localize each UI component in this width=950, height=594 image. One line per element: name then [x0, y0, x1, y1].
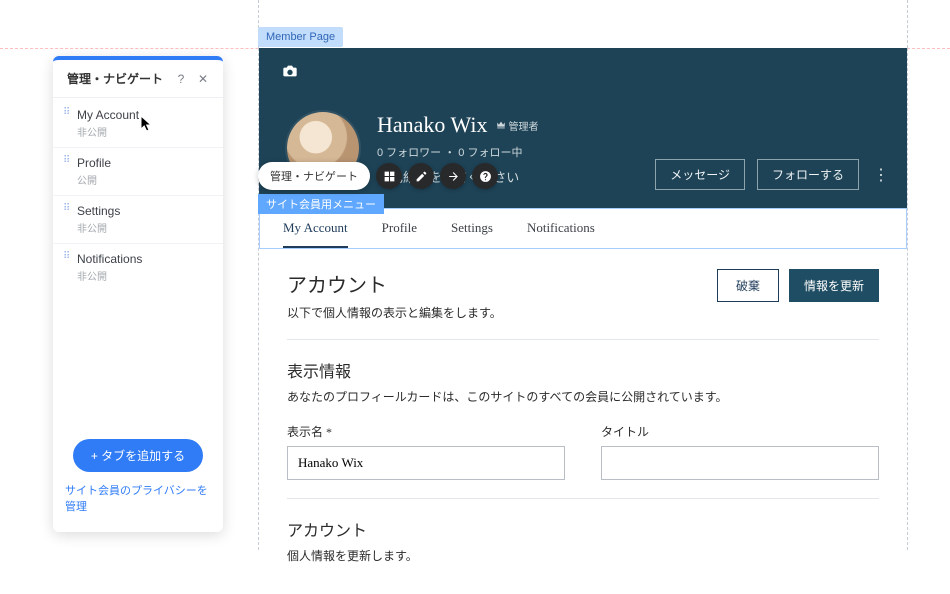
- role-badge: 管理者: [496, 118, 539, 133]
- tab-profile[interactable]: Profile: [382, 220, 417, 248]
- layout-icon[interactable]: [376, 163, 402, 189]
- panel-title: 管理・ナビゲート: [67, 70, 167, 87]
- nav-item-label: Settings: [77, 204, 120, 218]
- member-page-stage: Hanako Wix 管理者 0 フォロワー ・ 0 フォロー中 自己紹介をして…: [258, 48, 908, 550]
- account-section-heading: アカウント: [287, 517, 879, 541]
- panel-nav-list: ⠿ My Account 非公開 ⠿ Profile 公開 ⠿ Settings 非公…: [53, 98, 223, 295]
- drag-handle-icon[interactable]: ⠿: [63, 111, 71, 115]
- message-button[interactable]: メッセージ: [655, 159, 745, 190]
- save-button[interactable]: 情報を更新: [789, 269, 879, 302]
- account-heading: アカウント: [287, 269, 717, 298]
- nav-item-visibility: 非公開: [77, 268, 142, 283]
- help-circle-icon[interactable]: [472, 163, 498, 189]
- nav-item-my-account[interactable]: ⠿ My Account 非公開: [53, 100, 223, 147]
- title-label: タイトル: [601, 423, 879, 440]
- nav-item-label: Profile: [77, 156, 111, 170]
- title-input[interactable]: [601, 446, 879, 480]
- follower-stats: 0 フォロワー ・ 0 フォロー中: [377, 144, 539, 160]
- nav-item-visibility: 非公開: [77, 220, 120, 235]
- crown-icon: [496, 120, 506, 130]
- manage-privacy-link[interactable]: サイト会員のプライバシーを管理: [65, 482, 211, 514]
- display-info-desc: あなたのプロフィールカードは、このサイトのすべての会員に公開されています。: [287, 388, 879, 405]
- nav-item-profile[interactable]: ⠿ Profile 公開: [53, 147, 223, 195]
- help-icon[interactable]: ?: [173, 71, 189, 87]
- display-name-label: 表示名 *: [287, 423, 565, 440]
- tab-my-account[interactable]: My Account: [283, 220, 348, 248]
- member-tabs: My Account Profile Settings Notification…: [259, 208, 907, 249]
- close-icon[interactable]: ✕: [195, 71, 211, 87]
- display-info-heading: 表示情報: [287, 358, 879, 382]
- nav-item-visibility: 公開: [77, 172, 111, 187]
- nav-item-notifications[interactable]: ⠿ Notifications 非公開: [53, 243, 223, 291]
- manage-navigate-panel: 管理・ナビゲート ? ✕ ⠿ My Account 非公開 ⠿ Profile 公開…: [53, 56, 223, 532]
- follow-button[interactable]: フォローする: [757, 159, 859, 190]
- nav-item-label: My Account: [77, 108, 139, 122]
- editor-manage-button[interactable]: 管理・ナビゲート: [258, 162, 370, 190]
- element-editor-toolbar: 管理・ナビゲート: [258, 162, 498, 190]
- divider: [287, 498, 879, 499]
- cursor-icon: [140, 115, 154, 133]
- add-tab-button[interactable]: + タブを追加する: [73, 439, 203, 472]
- submenu-tag[interactable]: サイト会員用メニュー: [258, 194, 384, 214]
- profile-name: Hanako Wix: [377, 112, 488, 138]
- drag-handle-icon[interactable]: ⠿: [63, 255, 71, 259]
- display-name-input[interactable]: [287, 446, 565, 480]
- drag-handle-icon[interactable]: ⠿: [63, 159, 71, 163]
- drag-handle-icon[interactable]: ⠿: [63, 207, 71, 211]
- nav-item-settings[interactable]: ⠿ Settings 非公開: [53, 195, 223, 243]
- tab-settings[interactable]: Settings: [451, 220, 493, 248]
- nav-item-visibility: 非公開: [77, 124, 139, 139]
- discard-button[interactable]: 破棄: [717, 269, 779, 302]
- nav-item-label: Notifications: [77, 252, 142, 266]
- animation-icon[interactable]: [440, 163, 466, 189]
- design-icon[interactable]: [408, 163, 434, 189]
- account-subheading: 以下で個人情報の表示と編集をします。: [287, 304, 717, 321]
- camera-icon[interactable]: [281, 62, 299, 80]
- page-tag[interactable]: Member Page: [258, 27, 343, 47]
- more-icon[interactable]: ⋮: [871, 165, 891, 185]
- tab-notifications[interactable]: Notifications: [527, 220, 595, 248]
- divider: [287, 339, 879, 340]
